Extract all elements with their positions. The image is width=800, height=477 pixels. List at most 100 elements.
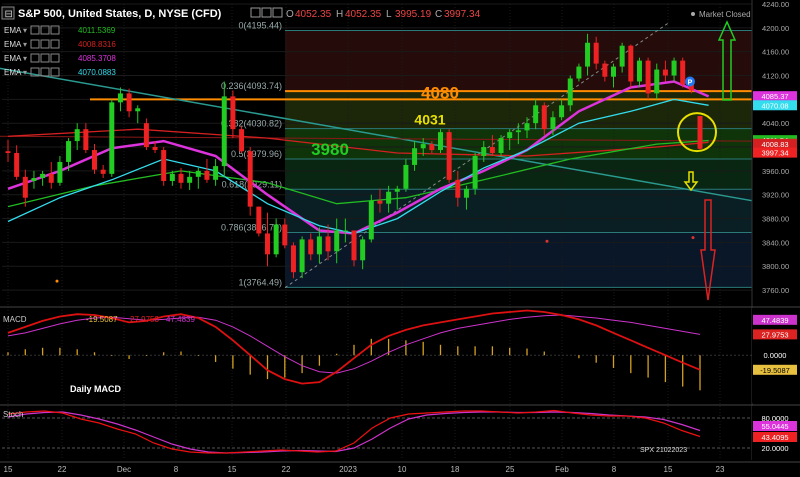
fib-label: 0.382(4030.82) bbox=[221, 119, 282, 129]
candle-body bbox=[31, 178, 37, 182]
market-status-dot bbox=[691, 12, 695, 16]
time-tick-label: 15 bbox=[664, 465, 673, 474]
level-annotation: 3980 bbox=[311, 140, 349, 159]
price-tick-label: 4040.00 bbox=[762, 119, 789, 128]
candle-body bbox=[74, 129, 80, 142]
candle-body bbox=[126, 93, 132, 112]
fib-label: 1(3764.49) bbox=[238, 277, 282, 287]
candle-body bbox=[221, 96, 227, 167]
chevron-down-icon: ▾ bbox=[23, 54, 27, 63]
macd-title: MACD bbox=[3, 315, 27, 324]
ema-legend-name: EMA bbox=[4, 40, 22, 49]
fib-label: 0(4195.44) bbox=[238, 21, 282, 31]
ema-legend-value: 4070.0883 bbox=[78, 68, 116, 77]
candle-body bbox=[273, 224, 279, 255]
price-tick-label: 3960.00 bbox=[762, 167, 789, 176]
price-tick-label: 3760.00 bbox=[762, 286, 789, 295]
candle-body bbox=[204, 170, 210, 180]
candle-body bbox=[325, 236, 331, 252]
candle-body bbox=[48, 173, 54, 183]
macd-axis-label: 47.4839 bbox=[761, 316, 788, 325]
svg-text:H: H bbox=[336, 9, 343, 20]
candle-body bbox=[57, 161, 63, 183]
candle-body bbox=[92, 150, 97, 170]
candle-body bbox=[100, 169, 106, 174]
candle-body bbox=[403, 164, 409, 189]
trading-chart: 0(4195.44) 0.236(4093.74) 0.382(4030.82) 0.… bbox=[0, 0, 800, 477]
candle-body bbox=[654, 69, 660, 94]
candle-body bbox=[593, 42, 599, 64]
fib-zone bbox=[285, 189, 752, 233]
candle-body bbox=[386, 191, 392, 204]
time-tick-label: 22 bbox=[282, 465, 291, 474]
candle-body bbox=[489, 147, 495, 153]
candle-body bbox=[524, 123, 530, 131]
candle-body bbox=[117, 93, 123, 103]
candle-body bbox=[645, 60, 651, 94]
time-tick-label: Dec bbox=[117, 465, 131, 474]
ohlc-high: 4052.35 bbox=[345, 9, 382, 20]
candle-body bbox=[628, 45, 634, 82]
time-tick-label: 8 bbox=[612, 465, 617, 474]
candle-body bbox=[463, 188, 469, 198]
candle-body bbox=[213, 166, 219, 180]
dot-marker bbox=[545, 239, 549, 243]
price-badge-label: 4070.08 bbox=[761, 101, 788, 110]
candle-body bbox=[5, 151, 11, 153]
p-marker-label: P bbox=[688, 79, 693, 86]
market-status: Market Closed bbox=[699, 10, 751, 19]
candle-body bbox=[680, 60, 686, 85]
candle-body bbox=[282, 224, 288, 246]
candle-body bbox=[230, 96, 236, 130]
time-tick-label: 18 bbox=[451, 465, 460, 474]
candle-body bbox=[541, 105, 547, 130]
candle-body bbox=[619, 45, 625, 67]
time-tick-label: 15 bbox=[228, 465, 237, 474]
dot-marker bbox=[691, 236, 695, 240]
candle-body bbox=[22, 176, 28, 198]
candle-body bbox=[247, 151, 253, 207]
candle-body bbox=[438, 132, 443, 151]
candle-body bbox=[429, 144, 435, 151]
candle-body bbox=[507, 132, 513, 139]
ema-legend-name: EMA bbox=[4, 68, 22, 77]
ema-legend-value: 4011.5369 bbox=[78, 26, 116, 35]
candle-body bbox=[40, 173, 46, 179]
ema-legend-value: 4008.8316 bbox=[78, 40, 116, 49]
chevron-down-icon: ▾ bbox=[23, 40, 27, 49]
candle-body bbox=[256, 206, 262, 234]
fib-label: 0.236(4093.74) bbox=[221, 81, 282, 91]
candle-body bbox=[636, 60, 642, 82]
candle-body bbox=[316, 236, 322, 255]
candle-body bbox=[66, 141, 72, 162]
chevron-down-icon: ▾ bbox=[23, 26, 27, 35]
svg-text:⊟: ⊟ bbox=[5, 9, 13, 20]
ohlc-close: 3997.34 bbox=[444, 9, 481, 20]
ema-legend-name: EMA bbox=[4, 26, 22, 35]
candle-body bbox=[576, 66, 582, 79]
candle-body bbox=[602, 63, 608, 77]
candle-body bbox=[265, 233, 270, 255]
ema-legend-value: 4085.3708 bbox=[78, 54, 116, 63]
svg-text:O: O bbox=[286, 9, 294, 20]
price-badge-label: 3997.34 bbox=[761, 149, 788, 158]
candle-body bbox=[135, 108, 141, 112]
candle-body bbox=[187, 176, 193, 183]
candle-body bbox=[178, 173, 184, 183]
candle-body bbox=[334, 230, 340, 252]
macd-axis-label: -19.5087 bbox=[760, 366, 790, 375]
time-tick-label: 8 bbox=[174, 465, 179, 474]
macd-value: 47.4839 bbox=[166, 315, 195, 324]
price-tick-label: 3920.00 bbox=[762, 191, 789, 200]
svg-text:C: C bbox=[435, 9, 442, 20]
price-badge-label: 4085.37 bbox=[761, 92, 788, 101]
price-tick-label: 3880.00 bbox=[762, 215, 789, 224]
candle-body bbox=[161, 150, 167, 182]
candle-body bbox=[169, 173, 175, 182]
candle-body bbox=[290, 245, 296, 273]
time-tick-label: 25 bbox=[506, 465, 515, 474]
candle-body bbox=[481, 147, 487, 156]
candle-body bbox=[662, 69, 668, 76]
time-tick-label: 10 bbox=[398, 465, 407, 474]
stoch-axis-label: 20.0000 bbox=[761, 444, 788, 453]
